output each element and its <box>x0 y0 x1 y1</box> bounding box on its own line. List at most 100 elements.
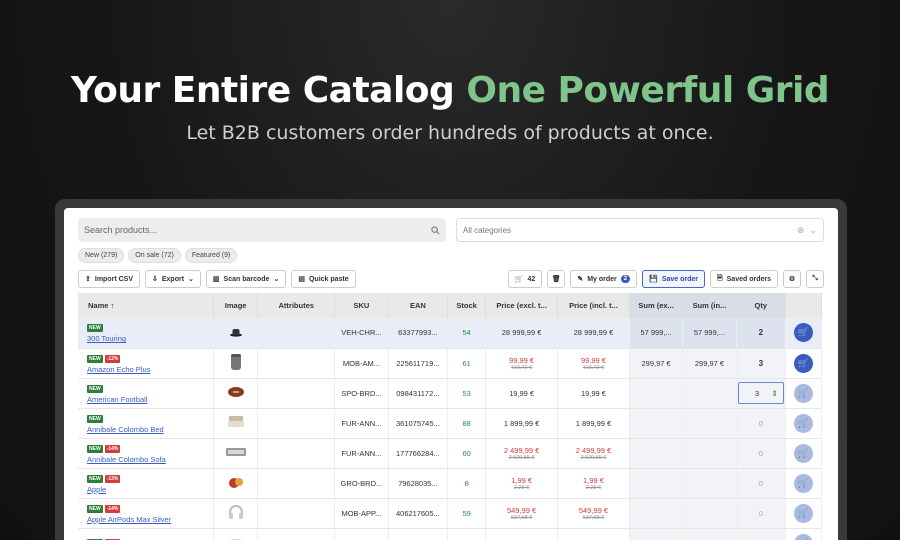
export-button[interactable]: ⇩ Export ⌄ <box>145 270 201 288</box>
product-name-link[interactable]: Amazon Echo Plus <box>87 365 213 374</box>
col-header-ean[interactable]: EAN <box>388 293 449 318</box>
qty-value[interactable]: 0 <box>759 419 763 428</box>
add-to-cart-button[interactable]: 🛒 <box>793 353 813 373</box>
order-grid-app: Search products... All categories ⊗ ⌄ New… <box>64 208 838 540</box>
qty-value[interactable]: 3 <box>759 359 763 368</box>
cell-sum-excl <box>629 498 684 529</box>
my-order-badge: 2 <box>620 275 631 283</box>
cart-icon: 🛒 <box>797 507 810 518</box>
cell-image <box>213 378 259 409</box>
saved-orders-button[interactable]: 🗎 Saved orders <box>710 270 778 288</box>
add-to-cart-button[interactable]: 🛒 <box>793 503 813 523</box>
cell-qty <box>736 528 786 540</box>
cell-ean: 098431172... <box>388 378 449 409</box>
discount-badge: -14% <box>104 504 121 513</box>
bed-icon <box>227 415 245 431</box>
clear-icon[interactable]: ⊗ <box>797 225 805 236</box>
price-excl: 1,99 € <box>511 475 532 485</box>
category-select[interactable]: All categories ⊗ ⌄ <box>456 218 824 242</box>
col-header-image[interactable]: Image <box>213 293 259 318</box>
delete-button[interactable]: 🗑 <box>547 270 566 288</box>
product-name-link[interactable]: American Football <box>87 395 213 404</box>
product-name-link[interactable]: Apple AirPods Max Silver <box>87 515 213 524</box>
col-header-name[interactable]: Name ↑ <box>78 293 215 318</box>
import-csv-button[interactable]: ⇪ Import CSV <box>78 270 140 288</box>
col-header-sku[interactable]: SKU <box>334 293 389 318</box>
quantity-stepper[interactable]: 3 ⇕ <box>737 382 784 404</box>
col-header-price-incl[interactable]: Price (incl. t... <box>557 293 630 318</box>
table-row[interactable]: NEW 300 Touring VEH-CHR... 63377993... 5… <box>78 318 823 349</box>
add-to-cart-button[interactable]: 🛒 <box>793 413 813 433</box>
filter-chip-new[interactable]: New (279) <box>78 248 125 263</box>
settings-button[interactable]: ⚙ <box>783 270 801 288</box>
stepper-icon[interactable]: ⇕ <box>772 389 778 398</box>
scan-barcode-button[interactable]: ▥ Scan barcode ⌄ <box>205 270 287 288</box>
qty-value[interactable]: 0 <box>759 479 763 488</box>
add-to-cart-button[interactable]: 🛒 <box>793 323 813 343</box>
col-header-qty[interactable]: Qty <box>736 293 786 318</box>
qty-value[interactable]: 2 <box>759 328 763 337</box>
cell-sum-incl <box>682 528 737 540</box>
col-header-sum-incl[interactable]: Sum (in... <box>682 293 737 318</box>
product-name-link[interactable]: Annibale Colombo Bed <box>87 425 213 434</box>
old-price-excl: 113,72 € <box>511 364 533 371</box>
save-order-button[interactable]: 💾 Save order <box>642 270 705 288</box>
cart-icon: 🛒 <box>797 387 810 398</box>
cell-ean: 406217605... <box>388 498 449 529</box>
col-header-price-excl[interactable]: Price (excl. t... <box>485 293 559 318</box>
cart-count: 42 <box>527 275 536 283</box>
table-row[interactable]: NEW -13% Apple GRO-BRD... 79628035... 8 1… <box>78 468 823 499</box>
cell-stock <box>447 528 487 540</box>
price-incl: 99,99 € <box>580 355 606 365</box>
product-name-link[interactable]: Annibale Colombo Sofa <box>87 455 213 464</box>
old-price-incl: 2 929,55 € <box>580 454 607 461</box>
filter-chip-featured[interactable]: Featured (9) <box>184 248 238 263</box>
table-row[interactable]: NEW -12% Amazon Echo Plus MOB-AM... 22561… <box>78 348 823 379</box>
cell-name: NEW -14% Annibale Colombo Sofa <box>78 438 215 469</box>
cell-stock: 60 <box>447 438 487 469</box>
my-order-button[interactable]: ✎ My order 2 <box>570 270 638 288</box>
document-icon: 🗎 <box>717 274 723 282</box>
add-to-cart-button[interactable]: 🛒 <box>793 473 813 493</box>
cell-attributes <box>257 438 336 469</box>
table-row[interactable]: NEW -14% Annibale Colombo Sofa FUR-ANN...… <box>78 438 823 469</box>
table-row[interactable]: NEW -14% Apple AirPods Max Silver MOB-APP… <box>78 498 823 529</box>
cell-attributes <box>257 498 336 529</box>
cell-name: NEW 300 Touring <box>78 318 215 349</box>
col-header-name-label: Name <box>88 301 109 310</box>
cell-name: NEW -14% Apple AirPods Max Silver <box>78 498 215 529</box>
discount-badge: -13% <box>104 474 121 483</box>
qty-value[interactable]: 0 <box>759 449 763 458</box>
qty-value[interactable]: 0 <box>759 509 763 518</box>
qty-value: 3 <box>754 388 759 398</box>
add-to-cart-button[interactable]: 🛒 <box>793 383 813 403</box>
price-excl: 2 499,99 € <box>503 445 540 455</box>
saved-orders-label: Saved orders <box>726 275 771 283</box>
add-to-cart-button[interactable]: 🛒 <box>793 443 813 463</box>
table-row[interactable]: NEW American Football SPO-BRD... 0984311… <box>78 378 823 409</box>
col-header-attributes[interactable]: Attributes <box>257 293 336 318</box>
col-header-stock[interactable]: Stock <box>447 293 487 318</box>
product-name-link[interactable]: 300 Touring <box>87 334 213 343</box>
filter-chip-on-sale[interactable]: On sale (72) <box>128 248 181 263</box>
football-icon <box>227 386 245 400</box>
save-icon: 💾 <box>649 276 658 283</box>
my-order-label: My order <box>587 275 617 283</box>
col-header-sum-excl[interactable]: Sum (ex... <box>629 293 684 318</box>
table-row[interactable]: NEW Annibale Colombo Bed FUR-ANN... 3610… <box>78 408 823 439</box>
cell-qty: 0 <box>736 468 786 499</box>
cell-stock: 54 <box>447 318 487 349</box>
device-frame: Search products... All categories ⊗ ⌄ New… <box>55 199 847 540</box>
cell-stock: 53 <box>447 378 487 409</box>
quick-paste-button[interactable]: ▤ Quick paste <box>291 270 356 288</box>
collapse-button[interactable]: ⤡ <box>806 270 824 288</box>
new-badge: NEW <box>87 354 103 363</box>
filter-chips: New (279) On sale (72) Featured (9) <box>78 248 824 263</box>
add-to-cart-button[interactable]: 🛒 <box>793 533 813 540</box>
table-row[interactable]: NEW-18% MOB-APP... 129,99 € 129,99 € 🛒 <box>78 528 823 540</box>
product-name-link[interactable]: Apple <box>87 485 213 494</box>
cell-price-incl: 28 999,99 € <box>557 318 630 349</box>
cart-count-button[interactable]: 🛒 42 <box>507 270 543 288</box>
cell-stock: 8 <box>447 468 487 499</box>
search-input[interactable]: Search products... <box>78 218 446 242</box>
